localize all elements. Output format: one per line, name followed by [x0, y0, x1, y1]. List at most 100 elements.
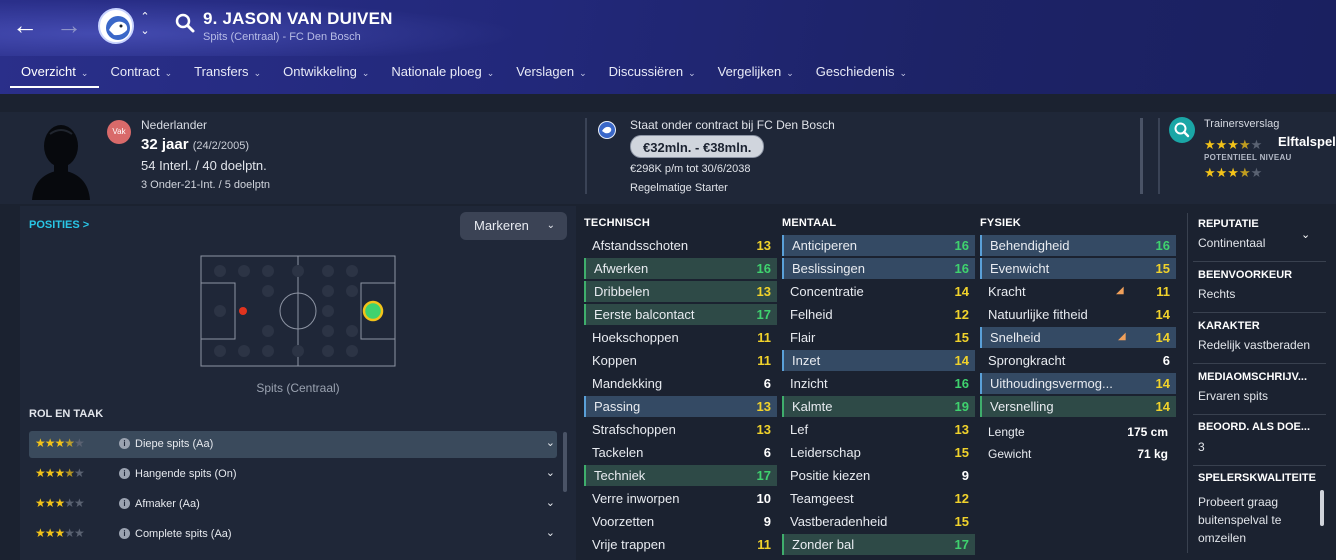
attribute-value: 14	[1155, 376, 1170, 391]
role-stars: ★★★★★	[35, 496, 85, 510]
tab-ontwikkeling[interactable]: Ontwikkeling ⌄	[272, 58, 380, 88]
arrow-left-icon[interactable]: ←	[11, 12, 39, 40]
attribute-row[interactable]: Zonder bal 17	[782, 534, 975, 555]
coach-report-title[interactable]: Trainersverslag	[1204, 118, 1279, 130]
attribute-row[interactable]: Afwerken 16	[584, 258, 777, 279]
role-row[interactable]: ★★★★★ i Diepe spits (Aa) ⌄	[29, 431, 557, 458]
attribute-value: 15	[954, 330, 969, 345]
international-caps: 54 Interl. / 40 doelptn.	[141, 158, 267, 173]
attribute-row[interactable]: Hoekschoppen 11	[584, 327, 777, 348]
info-icon[interactable]: i	[119, 528, 130, 539]
media-description-label: MEDIAOMSCHRIJV...	[1198, 371, 1308, 383]
attribute-row[interactable]: Concentratie 14	[782, 281, 975, 302]
chevron-down-icon[interactable]: ⌄	[546, 436, 555, 449]
attribute-row[interactable]: Behendigheid 16	[980, 235, 1176, 256]
tab-discussieren[interactable]: Discussiëren ⌄	[598, 58, 707, 88]
tab-overzicht[interactable]: Overzicht ⌄	[10, 58, 100, 88]
attribute-row[interactable]: Vastberadenheid 15	[782, 511, 975, 532]
attribute-row[interactable]: Felheid 12	[782, 304, 975, 325]
position-badge: Vak	[107, 120, 131, 144]
attribute-row[interactable]: Sprongkracht 6	[980, 350, 1176, 371]
player-subtitle[interactable]: Spits (Centraal) - FC Den Bosch	[203, 31, 361, 43]
attribute-value: 13	[954, 422, 969, 437]
tab-nationale-ploeg[interactable]: Nationale ploeg ⌄	[380, 58, 505, 88]
tab-contract[interactable]: Contract ⌄	[99, 58, 183, 88]
divider	[1158, 118, 1160, 194]
transfer-value[interactable]: €32mln. - €38mln.	[630, 135, 765, 158]
chevron-down-icon[interactable]: ⌄	[1301, 228, 1310, 241]
tab-geschiedenis[interactable]: Geschiedenis ⌄	[805, 58, 918, 88]
attribute-row[interactable]: Flair 15	[782, 327, 975, 348]
attribute-row[interactable]: Snelheid ◢ 14	[980, 327, 1176, 348]
info-icon[interactable]: i	[119, 498, 130, 509]
attribute-row[interactable]: Beslissingen 16	[782, 258, 975, 279]
attribute-row[interactable]: Voorzetten 9	[584, 511, 777, 532]
attribute-row[interactable]: Inzet 14	[782, 350, 975, 371]
arrow-right-icon[interactable]: →	[55, 12, 83, 40]
attribute-name: Flair	[790, 330, 816, 345]
attribute-row[interactable]: Anticiperen 16	[782, 235, 975, 256]
attribute-row[interactable]: Positie kiezen 9	[782, 465, 975, 486]
attribute-row[interactable]: Afstandsschoten 13	[584, 235, 777, 256]
attribute-row[interactable]: Inzicht 16	[782, 373, 975, 394]
scroll-divider	[1140, 118, 1143, 194]
attribute-row[interactable]: Kracht ◢ 11	[980, 281, 1176, 302]
roles-scrollbar[interactable]	[563, 432, 567, 492]
search-icon[interactable]	[174, 12, 196, 34]
tab-verslagen[interactable]: Verslagen ⌄	[505, 58, 597, 88]
attribute-row[interactable]: Strafschoppen 13	[584, 419, 777, 440]
chevron-down-icon[interactable]: ⌄	[546, 466, 555, 479]
mark-dropdown-button[interactable]: Markeren ⌄	[460, 212, 567, 240]
trend-up-icon: ◢	[1118, 331, 1126, 342]
attribute-value: 14	[954, 284, 969, 299]
attribute-row[interactable]: Verre inworpen 10	[584, 488, 777, 509]
attribute-row[interactable]: Techniek 17	[584, 465, 777, 486]
positions-link[interactable]: POSITIES >	[29, 219, 89, 231]
attribute-name: Teamgeest	[790, 491, 854, 506]
chevron-down-icon[interactable]: ⌄	[546, 526, 555, 539]
attribute-row[interactable]: Versnelling 14	[980, 396, 1176, 417]
attribute-name: Behendigheid	[990, 238, 1070, 253]
attribute-name: Lef	[790, 422, 809, 437]
attribute-value: 9	[763, 514, 771, 529]
attribute-row[interactable]: Eerste balcontact 17	[584, 304, 777, 325]
attribute-value: 16	[954, 376, 969, 391]
attribute-name: Uithoudingsvermog...	[990, 376, 1113, 391]
position-pitch[interactable]	[200, 255, 396, 367]
attribute-row[interactable]: Mandekking 6	[584, 373, 777, 394]
info-icon[interactable]: i	[119, 438, 130, 449]
info-icon[interactable]: i	[119, 468, 130, 479]
technical-heading: TECHNISCH	[584, 217, 650, 229]
attribute-row[interactable]: Dribbelen 13	[584, 281, 777, 302]
attribute-row[interactable]: Teamgeest 12	[782, 488, 975, 509]
tab-vergelijken[interactable]: Vergelijken ⌄	[707, 58, 805, 88]
role-row[interactable]: ★★★★★ i Complete spits (Aa) ⌄	[29, 521, 557, 548]
attribute-row[interactable]: Natuurlijke fitheid 14	[980, 304, 1176, 325]
magnifier-icon[interactable]	[1169, 117, 1195, 143]
club-switch-stepper[interactable]: ⌃ ⌄	[138, 10, 152, 38]
role-row[interactable]: ★★★★★ i Hangende spits (On) ⌄	[29, 461, 557, 488]
club-badge-icon[interactable]	[98, 8, 134, 44]
tab-transfers[interactable]: Transfers ⌄	[183, 58, 272, 88]
nationality[interactable]: Nederlander	[141, 118, 207, 132]
personality-label: KARAKTER	[1198, 320, 1260, 332]
attribute-row[interactable]: Vrije trappen 11	[584, 534, 777, 555]
role-row[interactable]: ★★★★★ i Afmaker (Aa) ⌄	[29, 491, 557, 518]
attribute-row[interactable]: Kalmte 19	[782, 396, 975, 417]
sidebar-scrollbar[interactable]	[1320, 490, 1324, 526]
physical-heading: FYSIEK	[980, 217, 1021, 229]
divider	[1193, 312, 1326, 313]
attribute-row[interactable]: Lef 13	[782, 419, 975, 440]
player-header: ← → ⌃ ⌄ 9. JASON VAN DUIVEN Spits (Centra…	[0, 0, 1336, 94]
attribute-row[interactable]: Leiderschap 15	[782, 442, 975, 463]
attribute-row[interactable]: Passing 13	[584, 396, 777, 417]
attribute-row[interactable]: Evenwicht 15	[980, 258, 1176, 279]
attribute-name: Leiderschap	[790, 445, 861, 460]
attribute-row[interactable]: Koppen 11	[584, 350, 777, 371]
chevron-down-icon[interactable]: ⌄	[546, 496, 555, 509]
attribute-row[interactable]: Tackelen 6	[584, 442, 777, 463]
profile-tabs: Overzicht ⌄ Contract ⌄ Transfers ⌄ Ontwikke…	[10, 58, 918, 90]
attribute-name: Verre inworpen	[592, 491, 680, 506]
player-name: 9. JASON VAN DUIVEN	[203, 9, 393, 28]
attribute-row[interactable]: Uithoudingsvermog... 14	[980, 373, 1176, 394]
